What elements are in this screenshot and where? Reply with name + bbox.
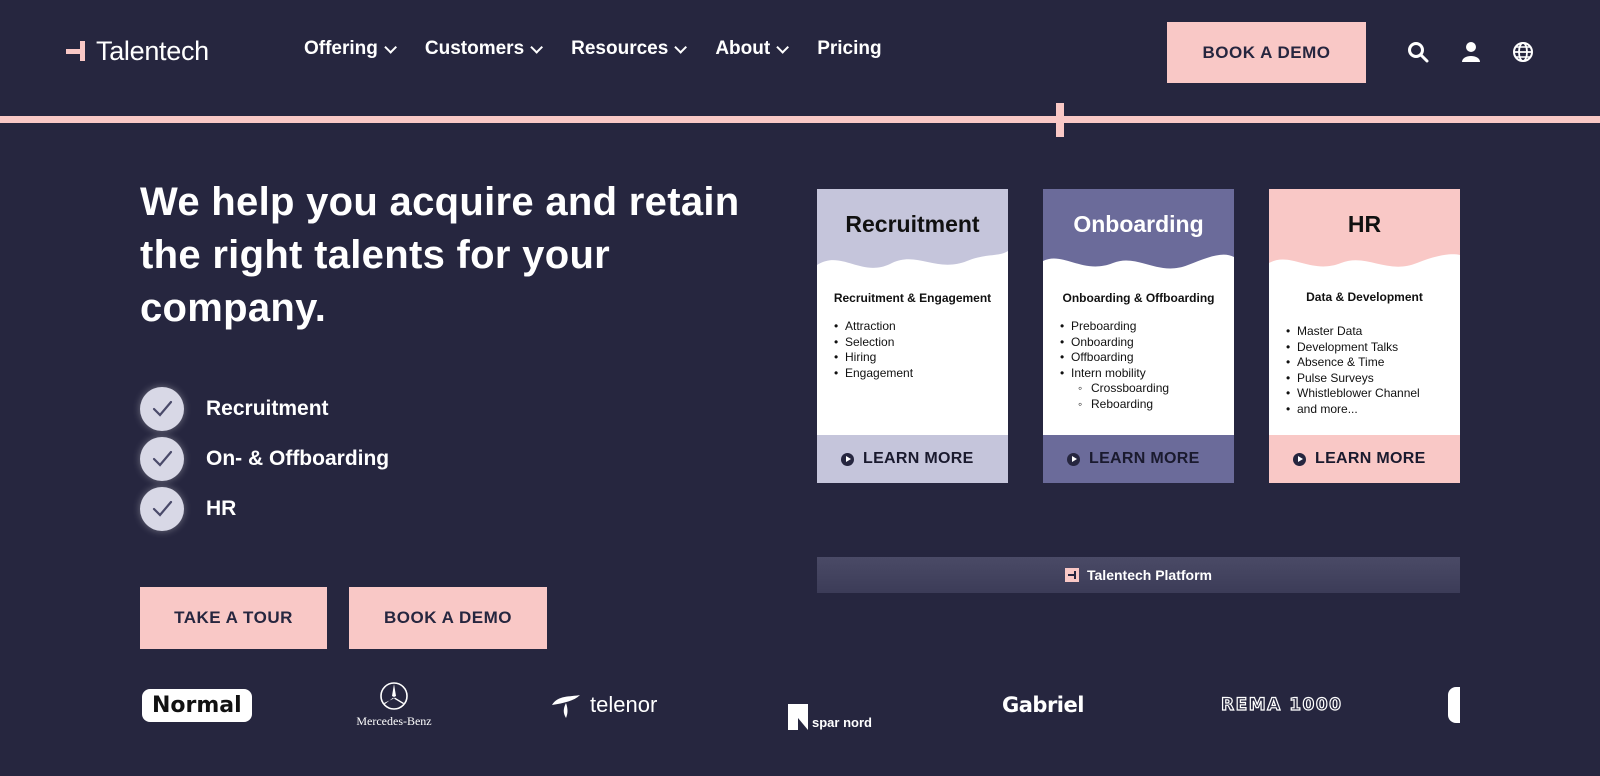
learn-more-button[interactable]: LEARN MORE bbox=[1269, 435, 1460, 483]
card-title: Onboarding bbox=[1073, 211, 1204, 237]
checklist-item: Recruitment bbox=[140, 384, 389, 434]
list-item: Pulse Surveys bbox=[1286, 371, 1420, 387]
card-wave bbox=[817, 251, 1008, 285]
learn-more-button[interactable]: LEARN MORE bbox=[1043, 435, 1234, 483]
list-item: Offboarding bbox=[1060, 350, 1169, 366]
checklist-item: HR bbox=[140, 484, 389, 534]
telenor-propeller-icon bbox=[552, 695, 580, 718]
customer-logos: Normal Mercedes-Benz telenor spar nord G… bbox=[0, 680, 1600, 740]
chevron-down-icon bbox=[674, 40, 688, 54]
play-icon bbox=[841, 452, 854, 466]
onboarding-card[interactable]: Onboarding Onboarding & Offboarding Preb… bbox=[1043, 189, 1234, 483]
list-item: Selection bbox=[834, 335, 913, 351]
list-item: Attraction bbox=[834, 319, 913, 335]
nav-customers-label: Customers bbox=[424, 38, 525, 59]
nav-customers[interactable]: Customers bbox=[424, 38, 544, 60]
recruitment-card[interactable]: Recruitment Recruitment & Engagement Att… bbox=[817, 189, 1008, 483]
list-item: Engagement bbox=[834, 366, 913, 382]
logo-spar-nord: spar nord bbox=[788, 680, 872, 730]
book-demo-button[interactable]: BOOK A DEMO bbox=[349, 587, 547, 649]
platform-label: Talentech Platform bbox=[1087, 567, 1212, 583]
list-item: Master Data bbox=[1286, 324, 1420, 340]
globe-icon[interactable] bbox=[1511, 40, 1535, 64]
logo-gabriel: Gabriel bbox=[1002, 693, 1084, 717]
logo-rema-1000: REMA 1000 bbox=[1220, 694, 1343, 715]
nav-resources[interactable]: Resources bbox=[571, 38, 688, 60]
platform-bar: Talentech Platform bbox=[817, 557, 1460, 593]
list-item: Development Talks bbox=[1286, 340, 1420, 356]
logo-normal: Normal bbox=[142, 680, 252, 730]
learn-more-label: LEARN MORE bbox=[863, 450, 974, 467]
chevron-down-icon bbox=[384, 40, 397, 54]
card-list: Preboarding Onboarding Offboarding Inter… bbox=[1060, 319, 1169, 413]
main-nav: Offering Customers Resources About Prici… bbox=[304, 38, 882, 60]
header-divider bbox=[0, 116, 1600, 123]
card-subtitle: Recruitment & Engagement bbox=[833, 291, 992, 305]
list-item: Intern mobility bbox=[1060, 366, 1169, 382]
play-icon bbox=[1293, 452, 1306, 466]
nav-about-label: About bbox=[715, 38, 771, 59]
list-item: Hiring bbox=[834, 350, 913, 366]
logo-partial bbox=[1448, 680, 1460, 730]
checklist-item: On- & Offboarding bbox=[140, 434, 389, 484]
chevron-down-icon bbox=[776, 40, 790, 54]
checkmark-icon bbox=[140, 487, 184, 531]
logo-mercedes-benz: Mercedes-Benz bbox=[352, 680, 436, 730]
play-icon bbox=[1067, 452, 1080, 466]
hero-title: We help you acquire and retain the right… bbox=[140, 180, 740, 330]
card-title: Recruitment bbox=[845, 211, 980, 237]
card-subtitle: Onboarding & Offboarding bbox=[1062, 291, 1215, 305]
learn-more-label: LEARN MORE bbox=[1315, 450, 1426, 467]
list-subitem: Reboarding bbox=[1071, 397, 1169, 413]
spar-nord-mark-icon bbox=[788, 704, 808, 730]
checkmark-icon bbox=[140, 437, 184, 481]
learn-more-label: LEARN MORE bbox=[1089, 450, 1200, 467]
list-item: Absence & Time bbox=[1286, 355, 1420, 371]
take-tour-button[interactable]: TAKE A TOUR bbox=[140, 587, 327, 649]
checkmark-icon bbox=[140, 387, 184, 431]
logo-text: Talentech bbox=[96, 36, 209, 66]
user-icon[interactable] bbox=[1459, 40, 1483, 64]
checklist-label: On- & Offboarding bbox=[206, 447, 390, 470]
checklist-label: Recruitment bbox=[206, 397, 329, 420]
talentech-mark-icon bbox=[1065, 568, 1079, 582]
mercedes-star-icon bbox=[380, 682, 408, 710]
card-title: HR bbox=[1347, 211, 1382, 237]
list-item: and more... bbox=[1286, 402, 1420, 418]
feature-checklist: Recruitment On- & Offboarding HR bbox=[140, 384, 389, 534]
nav-about[interactable]: About bbox=[715, 38, 790, 60]
nav-pricing-label: Pricing bbox=[817, 38, 882, 59]
search-icon[interactable] bbox=[1406, 40, 1430, 64]
nav-offering[interactable]: Offering bbox=[304, 38, 397, 60]
site-header: Talentech Offering Customers Resources A… bbox=[0, 0, 1600, 110]
list-item: Preboarding bbox=[1060, 319, 1169, 335]
hr-card[interactable]: HR Data & Development Master Data Develo… bbox=[1269, 189, 1460, 483]
learn-more-button[interactable]: LEARN MORE bbox=[817, 435, 1008, 483]
checklist-label: HR bbox=[206, 497, 237, 520]
header-book-demo-button[interactable]: BOOK A DEMO bbox=[1167, 22, 1366, 83]
logo-mark-icon bbox=[66, 40, 88, 63]
list-subitem: Crossboarding bbox=[1071, 381, 1169, 397]
divider-tick bbox=[1056, 103, 1064, 137]
nav-offering-label: Offering bbox=[304, 38, 378, 59]
card-list: Master Data Development Talks Absence & … bbox=[1286, 324, 1420, 418]
list-item: Whistleblower Channel bbox=[1286, 386, 1420, 402]
card-wave bbox=[1043, 254, 1234, 285]
card-wave bbox=[1269, 254, 1460, 285]
list-item: Onboarding bbox=[1060, 335, 1169, 351]
card-list: Attraction Selection Hiring Engagement bbox=[834, 319, 913, 382]
card-subtitle: Data & Development bbox=[1306, 290, 1423, 304]
talentech-logo[interactable]: Talentech bbox=[66, 36, 209, 67]
chevron-down-icon bbox=[530, 40, 544, 54]
logo-telenor: telenor bbox=[550, 680, 657, 730]
nav-resources-label: Resources bbox=[571, 38, 669, 59]
nav-pricing[interactable]: Pricing bbox=[817, 38, 881, 60]
